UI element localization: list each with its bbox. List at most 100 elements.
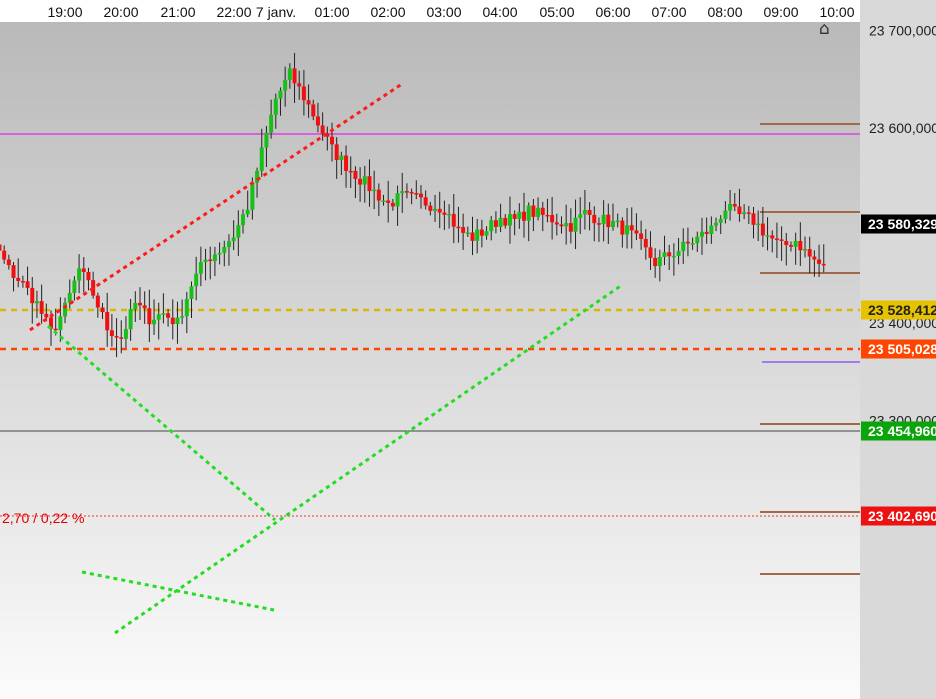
candle-up	[287, 68, 292, 80]
candle-down	[540, 207, 545, 215]
candle-down	[503, 217, 508, 226]
candle-down	[737, 206, 742, 215]
candle-up	[372, 189, 377, 192]
candle-up	[765, 235, 770, 237]
candle-down	[142, 305, 147, 309]
price-tag-label: 23 402,690	[868, 508, 936, 524]
candle-up	[245, 209, 250, 215]
candle-up	[582, 209, 587, 215]
candle-up	[72, 280, 77, 293]
candle-down	[639, 233, 644, 239]
candle-down	[344, 155, 349, 171]
candle-up	[728, 204, 733, 211]
candle-up	[475, 229, 480, 241]
x-tick-label: 10:00	[819, 4, 854, 20]
candle-up	[231, 237, 236, 242]
candle-down	[25, 281, 30, 288]
candle-down	[643, 238, 648, 248]
x-tick-label: 07:00	[651, 4, 686, 20]
candle-up	[676, 250, 681, 256]
candle-down	[592, 214, 597, 224]
candle-up	[77, 268, 82, 281]
candle-up	[536, 207, 541, 217]
price-chart: 19:00 20:00 21:00 22:00 7 janv. 01:00 02:00 03:…	[0, 0, 936, 699]
candle-down	[788, 245, 793, 247]
candle-down	[367, 176, 372, 192]
candle-down	[418, 193, 423, 198]
candle-up	[203, 259, 208, 263]
candle-up	[264, 132, 269, 148]
price-tag-label: 23 454,960	[868, 423, 936, 439]
candle-up	[381, 200, 386, 202]
candle-up	[465, 232, 470, 234]
candle-up	[625, 225, 630, 235]
price-tag-label: 23 528,412	[868, 302, 936, 318]
candle-up	[601, 214, 606, 225]
candle-down	[442, 212, 447, 215]
candle-down	[606, 214, 611, 228]
candle-up	[283, 79, 288, 91]
candle-up	[128, 309, 133, 330]
x-tick-label: 05:00	[539, 4, 574, 20]
candle-up	[793, 240, 798, 247]
candle-down	[44, 313, 49, 318]
candle-down	[301, 86, 306, 101]
x-tick-label: 02:00	[370, 4, 405, 20]
candle-down	[798, 240, 803, 251]
candle-up	[756, 223, 761, 226]
candle-down	[620, 220, 625, 235]
candle-down	[404, 191, 409, 193]
candle-up	[526, 205, 531, 221]
candle-down	[493, 220, 498, 227]
x-tick-label: 06:00	[595, 4, 630, 20]
candle-down	[6, 259, 11, 266]
candle-down	[437, 208, 442, 213]
candle-down	[704, 231, 709, 235]
candle-up	[718, 218, 723, 223]
candle-up	[226, 241, 231, 247]
candle-down	[170, 317, 175, 325]
candle-up	[395, 193, 400, 207]
candle-up	[123, 329, 128, 339]
home-icon[interactable]: ⌂	[819, 19, 830, 39]
candle-up	[578, 214, 583, 218]
candle-down	[554, 222, 559, 225]
candle-up	[699, 231, 704, 237]
candle-down	[81, 268, 86, 273]
plot-background	[0, 22, 860, 699]
candle-up	[156, 314, 161, 320]
candle-down	[386, 200, 391, 203]
candle-up	[573, 217, 578, 232]
candle-down	[456, 226, 461, 229]
change-label: 2,70 / 0,22 %	[2, 510, 85, 526]
candle-down	[95, 295, 100, 308]
candle-down	[451, 213, 456, 227]
candle-up	[152, 319, 157, 325]
candle-down	[817, 259, 822, 264]
candle-down	[587, 209, 592, 215]
candle-up	[362, 176, 367, 185]
candle-up	[273, 98, 278, 115]
x-tick-label: 22:00	[216, 4, 251, 20]
candle-down	[105, 312, 110, 331]
y-tick-label: 23 600,000	[869, 120, 936, 136]
candle-up	[198, 262, 203, 274]
candle-down	[596, 223, 601, 225]
candle-down	[550, 215, 555, 223]
candle-down	[20, 280, 25, 283]
candle-down	[137, 302, 142, 306]
candle-up	[517, 211, 522, 219]
candle-down	[208, 259, 213, 262]
candle-down	[11, 265, 16, 278]
x-tick-label: 20:00	[103, 4, 138, 20]
candle-up	[564, 223, 569, 227]
x-tick-label: 03:00	[426, 4, 461, 20]
candle-up	[615, 220, 620, 223]
candle-down	[774, 238, 779, 240]
candle-down	[760, 223, 765, 236]
candle-down	[147, 308, 152, 325]
candle-down	[732, 204, 737, 207]
x-tick-label: 09:00	[763, 4, 798, 20]
candle-down	[16, 277, 21, 281]
candle-up	[278, 90, 283, 99]
